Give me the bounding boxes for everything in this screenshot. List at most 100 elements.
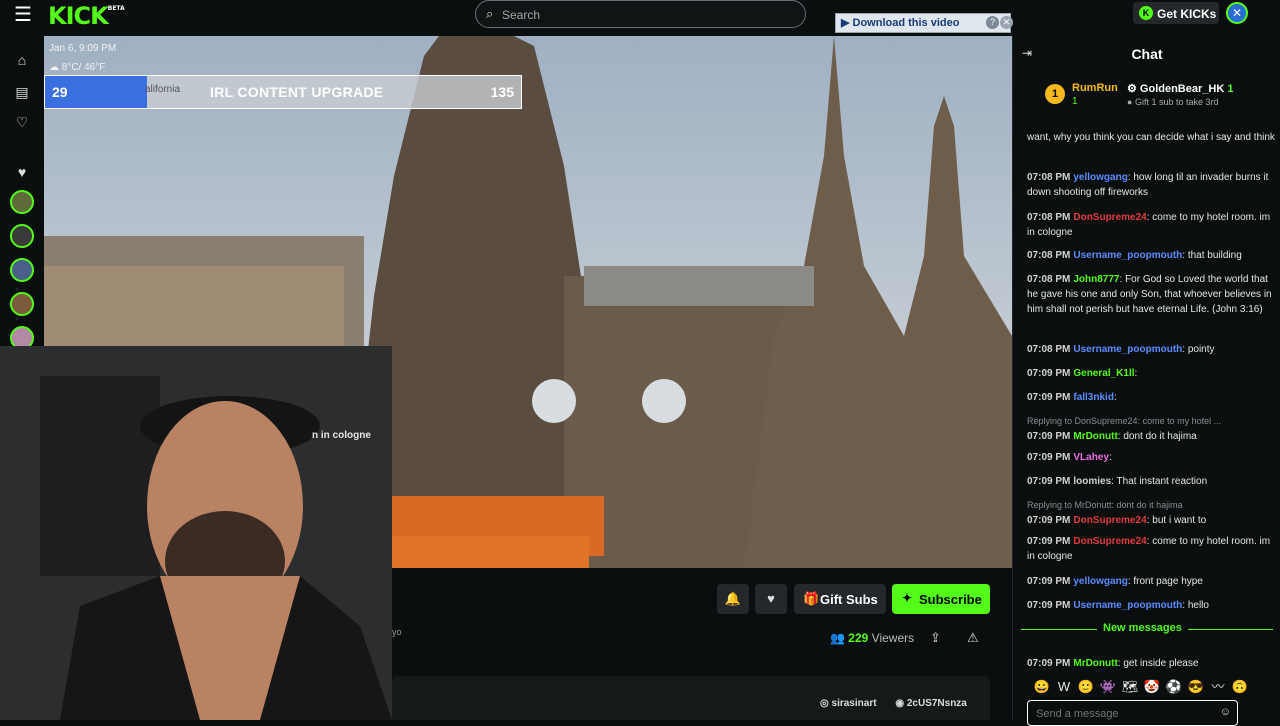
message-username[interactable]: loomies xyxy=(1073,476,1111,487)
emote[interactable]: 🗺 xyxy=(1119,679,1141,695)
message-timestamp: 07:09 PM xyxy=(1027,476,1071,487)
message-text: get inside please xyxy=(1123,658,1199,669)
overlay-date: Jan 6, 9:09 PM xyxy=(49,43,117,54)
message-timestamp: 07:09 PM xyxy=(1027,576,1071,587)
following-icon[interactable]: ♡ xyxy=(14,114,30,130)
home-icon[interactable]: ⌂ xyxy=(14,52,30,68)
chat-message: 07:08 PM DonSupreme24: come to my hotel r… xyxy=(1027,212,1271,238)
message-username[interactable]: Username_poopmouth xyxy=(1073,600,1182,611)
webcam-overlay: n in cologne xyxy=(0,346,392,720)
user-avatar[interactable]: ✕ xyxy=(1226,2,1248,24)
reply-context[interactable]: Replying to DonSupreme24: come to my hot… xyxy=(1027,414,1275,429)
new-messages-label: New messages xyxy=(1097,622,1188,634)
emoji-icon[interactable]: ☺ xyxy=(1220,706,1231,718)
category-fragment[interactable]: yo xyxy=(392,627,402,637)
goal-current: 29 xyxy=(52,84,68,100)
chat-header: ⇥ Chat xyxy=(1013,36,1280,72)
message-timestamp: 07:09 PM xyxy=(1027,431,1071,442)
followed-channel-avatar[interactable] xyxy=(10,224,34,248)
emote[interactable]: 🙂 xyxy=(1075,679,1097,695)
followed-channel-avatar[interactable] xyxy=(10,258,34,282)
message-username[interactable]: VLahey xyxy=(1073,452,1109,463)
emote[interactable]: 👾 xyxy=(1097,679,1119,695)
new-messages-divider[interactable]: New messages xyxy=(1021,622,1273,636)
message-timestamp: 07:08 PM xyxy=(1027,274,1071,285)
message-username[interactable]: yellowgang xyxy=(1073,576,1127,587)
leaderboard-user[interactable]: ⚙ GoldenBear_HK 1 xyxy=(1127,82,1233,95)
chat-message: 07:09 PM General_K1ll: xyxy=(1027,368,1138,379)
chat-message: 07:08 PM John8777: For God so Loved the w… xyxy=(1027,274,1272,315)
message-timestamp: 07:09 PM xyxy=(1027,452,1071,463)
share-icon[interactable]: ⇪ xyxy=(930,630,941,646)
chat-message: 07:08 PM yellowgang: how long til an inva… xyxy=(1027,172,1269,198)
overlay-weather: ☁ 8°C/ 46°F xyxy=(49,62,106,73)
search-bar[interactable]: ⌕ Search xyxy=(475,0,806,28)
message-text: That instant reaction xyxy=(1116,476,1208,487)
chat-message: 07:09 PM fall3nkid: xyxy=(1027,392,1117,403)
message-text: want, why you think you can decide what … xyxy=(1027,132,1275,143)
help-icon[interactable]: ? xyxy=(986,16,999,29)
goal-location: alifornia xyxy=(145,84,181,95)
follow-heart-button[interactable]: ♥ xyxy=(755,584,787,614)
emote[interactable]: 😎 xyxy=(1185,679,1207,695)
followed-channel-avatar[interactable] xyxy=(10,292,34,316)
emote[interactable]: 〰 xyxy=(1207,676,1229,695)
search-icon: ⌕ xyxy=(486,6,494,21)
message-timestamp: 07:08 PM xyxy=(1027,212,1071,223)
message-timestamp: 07:09 PM xyxy=(1027,658,1071,669)
message-username[interactable]: Username_poopmouth xyxy=(1073,250,1182,261)
social-links: ◎ sirasinart ◉ 2cUS7Nsnza xyxy=(820,698,983,709)
download-video-button[interactable]: ▶ Download this video xyxy=(841,16,959,30)
emote-bar: 😀 W 🙂 👾 🗺 🤡 ⚽ 😎 〰 🙃 xyxy=(1031,676,1275,696)
gift-prompt[interactable]: ● Gift 1 sub to take 3rd xyxy=(1127,97,1218,107)
message-username[interactable]: MrDonutt xyxy=(1073,431,1117,442)
message-username[interactable]: DonSupreme24 xyxy=(1073,515,1146,526)
message-username[interactable]: MrDonutt xyxy=(1073,658,1117,669)
browse-icon[interactable]: ▤ xyxy=(14,84,30,100)
discord-link[interactable]: ◉ 2cUS7Nsnza xyxy=(895,698,975,709)
reply-context[interactable]: Replying to MrDonutt: dont do it hajima xyxy=(1027,498,1275,513)
message-text: dont do it hajima xyxy=(1123,431,1197,442)
download-video-bar: ▶ Download this video ? ✕ xyxy=(835,13,1013,33)
chat-message: want, why you think you can decide what … xyxy=(1027,130,1275,145)
emote[interactable]: ⚽ xyxy=(1163,679,1185,695)
message-text: front page hype xyxy=(1133,576,1203,587)
gift-subs-button[interactable]: 🎁 Gift Subs xyxy=(794,584,886,614)
chat-message: 07:09 PM loomies: That instant reaction xyxy=(1027,476,1208,487)
followed-channel-avatar[interactable] xyxy=(10,190,34,214)
gift-icon: 🎁 xyxy=(803,591,820,606)
kick-logo[interactable]: KICKBETA xyxy=(48,2,125,30)
chat-message: 07:08 PM Username_poopmouth: pointy xyxy=(1027,344,1215,355)
menu-icon[interactable]: ☰ xyxy=(14,4,36,26)
chat-input[interactable]: ☺ xyxy=(1027,700,1238,726)
leaderboard-user[interactable]: RumRun xyxy=(1072,82,1118,94)
chat-message: Replying to MrDonutt: dont do it hajima 0… xyxy=(1027,498,1275,528)
message-timestamp: 07:09 PM xyxy=(1027,600,1071,611)
message-username[interactable]: General_K1ll xyxy=(1073,368,1134,379)
get-kicks-button[interactable]: K Get KICKs xyxy=(1133,2,1219,24)
streamer-cam-image xyxy=(0,346,392,720)
emote[interactable]: W xyxy=(1053,679,1075,694)
rank-badge: 1 xyxy=(1045,84,1065,104)
message-username[interactable]: DonSupreme24 xyxy=(1073,536,1146,547)
star-icon: ✦ xyxy=(902,591,913,605)
message-username[interactable]: DonSupreme24 xyxy=(1073,212,1146,223)
chat-message: 07:09 PM MrDonutt: get inside please xyxy=(1027,658,1199,669)
report-icon[interactable]: ⚠ xyxy=(967,630,979,646)
close-icon[interactable]: ✕ xyxy=(1000,16,1013,29)
chat-message: 07:09 PM VLahey: xyxy=(1027,452,1112,463)
message-timestamp: 07:09 PM xyxy=(1027,536,1071,547)
message-username[interactable]: John8777 xyxy=(1073,274,1119,285)
emote[interactable]: 🤡 xyxy=(1141,679,1163,695)
message-timestamp: 07:09 PM xyxy=(1027,368,1071,379)
chat-input-field[interactable] xyxy=(1036,707,1216,721)
message-username[interactable]: Username_poopmouth xyxy=(1073,344,1182,355)
notification-bell-button[interactable]: 🔔 xyxy=(717,584,749,614)
instagram-link[interactable]: ◎ sirasinart xyxy=(820,698,885,709)
message-username[interactable]: fall3nkid xyxy=(1073,392,1114,403)
message-username[interactable]: yellowgang xyxy=(1073,172,1127,183)
emote[interactable]: 🙃 xyxy=(1229,679,1251,695)
subscribe-button[interactable]: ✦ Subscribe xyxy=(892,584,990,614)
chat-message: 07:09 PM Username_poopmouth: hello xyxy=(1027,600,1209,611)
emote[interactable]: 😀 xyxy=(1031,679,1053,695)
